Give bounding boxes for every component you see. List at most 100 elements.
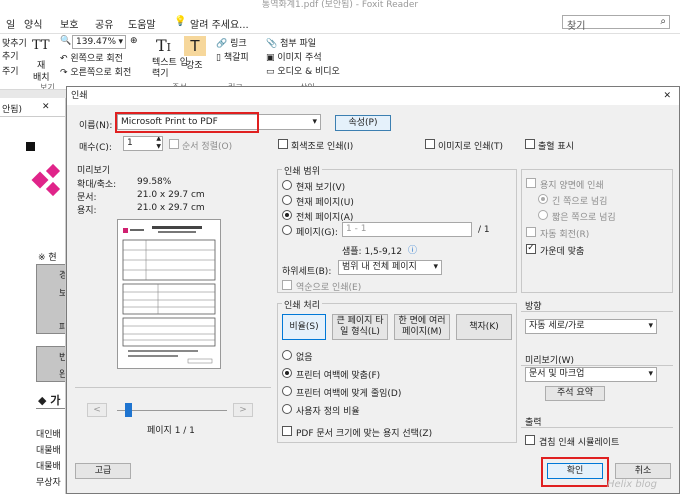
duplex-checkbox[interactable] <box>526 178 536 188</box>
reflow-icon[interactable]: TT <box>32 38 50 53</box>
shrink-radio[interactable] <box>282 386 292 396</box>
paper-size-value: 21.0 x 29.7 cm <box>137 203 205 213</box>
tab-strip <box>0 90 66 98</box>
auto-center-checkbox[interactable]: ✓ <box>526 244 536 254</box>
table-cell: 번 <box>59 350 65 363</box>
print-as-image-checkbox[interactable] <box>425 139 435 149</box>
table-heading: ※ 현 <box>38 253 57 263</box>
long-edge-radio[interactable] <box>538 194 548 204</box>
current-view-radio[interactable] <box>282 180 292 190</box>
rotate-left-button[interactable]: ↶ 왼쪽으로 회전 <box>60 51 123 64</box>
long-edge-label: 긴 쪽으로 넘김 <box>552 197 608 207</box>
spinner-icon[interactable]: ▲ ▼ <box>156 137 161 150</box>
grayscale-checkbox[interactable] <box>278 139 288 149</box>
reverse-checkbox[interactable] <box>282 280 292 290</box>
bookmark-button[interactable]: ▯ 책갈피 <box>216 50 249 63</box>
logo-diamond-small-2 <box>45 181 61 197</box>
document-view: 안됨) ✕ ※ 현 경 보 피 번 완 ◆ 가 대인배 대물배 대물배 무상자 <box>0 98 66 494</box>
overprint-label: 겹침 인쇄 시뮬레이트 <box>539 438 620 448</box>
table-cell: 보 <box>59 286 65 299</box>
zoom-value: 99.58% <box>137 177 172 187</box>
rotate-left-label: 왼쪽으로 회전 <box>70 54 123 64</box>
booklet-button[interactable]: 책자(K) <box>456 314 512 340</box>
next-page-button[interactable]: > <box>233 403 253 417</box>
menu-help[interactable]: 도움말 <box>128 16 156 31</box>
duplex-label: 용지 양면에 인쇄 <box>540 181 604 191</box>
search-input[interactable]: 찾기 ⌕ <box>562 15 670 32</box>
short-edge-label: 짧은 쪽으로 넘김 <box>552 213 616 223</box>
page-slider-thumb[interactable] <box>125 403 132 417</box>
zoom-select[interactable]: 139.47% ▾ <box>72 35 126 49</box>
audio-video-label: 오디오 & 비디오 <box>277 67 340 77</box>
print-handling-group: 인쇄 처리 비율(S) 큰 페이지 타일 형식(L) 한 면에 여러 페이지(M… <box>277 298 517 443</box>
tile-button[interactable]: 큰 페이지 타일 형식(L) <box>332 314 388 340</box>
doc-size-value: 21.0 x 29.7 cm <box>137 190 205 200</box>
orientation-select[interactable]: 자동 세로/가로 ▾ <box>525 319 657 334</box>
cancel-button[interactable]: 취소 <box>615 463 671 479</box>
menu-form[interactable]: 양식 <box>24 16 42 31</box>
subset-select[interactable]: 범위 내 전체 페이지 ▾ <box>338 260 442 275</box>
info-icon[interactable]: ⓘ <box>408 243 417 256</box>
menu-protect[interactable]: 보호 <box>60 16 78 31</box>
preview-mode-select[interactable]: 문서 및 마크업 ▾ <box>525 367 657 382</box>
attach-button[interactable]: 📎 첨부 파일 <box>266 36 316 49</box>
overprint-checkbox[interactable] <box>525 435 535 445</box>
table-block-2: 번 완 <box>36 346 65 382</box>
attach-label: 첨부 파일 <box>280 39 317 49</box>
section-bullet: ◆ 가 <box>38 394 61 407</box>
prev-page-button[interactable]: < <box>87 403 107 417</box>
pages-label: 페이지(G): <box>296 228 338 238</box>
copies-label: 매수(C): <box>79 143 112 153</box>
properties-button[interactable]: 속성(P) <box>335 115 391 131</box>
zoom-in-icon[interactable]: ⊕ <box>130 36 138 46</box>
bookmark-label: 책갈피 <box>223 53 249 63</box>
advanced-button[interactable]: 고급 <box>75 463 131 479</box>
bleed-marks-checkbox[interactable] <box>525 139 535 149</box>
ribbon-fit[interactable]: 맞추기 <box>2 36 27 49</box>
search-icon[interactable]: ⌕ <box>660 16 666 27</box>
tell-me-box[interactable]: 알려 주세요... <box>190 16 249 31</box>
custom-scale-radio[interactable] <box>282 404 292 414</box>
logo-diamond <box>31 171 49 189</box>
zoom-icon[interactable]: 🔍 <box>60 36 71 46</box>
image-comment-button[interactable]: ▣ 이미지 주석 <box>266 50 322 63</box>
pages-radio[interactable] <box>282 225 292 235</box>
text-tool-icon[interactable]: TI <box>156 36 171 55</box>
tab-divider <box>0 116 65 117</box>
auto-rotate-checkbox[interactable] <box>526 227 536 237</box>
link-button[interactable]: 🔗 링크 <box>216 36 247 49</box>
pdf-paper-checkbox[interactable] <box>282 426 292 436</box>
paper-size-label: 용지: <box>77 206 97 216</box>
scale-none-radio[interactable] <box>282 350 292 360</box>
multiple-pages-button[interactable]: 한 면에 여러 페이지(M) <box>394 314 450 340</box>
audio-video-button[interactable]: ▭ 오디오 & 비디오 <box>266 64 340 77</box>
printer-highlight <box>115 112 259 133</box>
comment-summary-button[interactable]: 주석 요약 <box>545 386 605 401</box>
menu-file[interactable]: 일 <box>6 16 15 31</box>
link-label: 링크 <box>230 39 247 49</box>
ribbon-add[interactable]: 추기 <box>2 49 19 62</box>
current-page-radio[interactable] <box>282 195 292 205</box>
ribbon-note[interactable]: 주기 <box>2 64 19 77</box>
search-placeholder: 찾기 <box>567 21 586 32</box>
subset-value: 범위 내 전체 페이지 <box>342 262 417 272</box>
copies-input[interactable]: 1 ▲ ▼ <box>123 136 163 151</box>
fit-margins-radio[interactable] <box>282 368 292 378</box>
table-row: 대물배 <box>36 462 61 472</box>
scale-button[interactable]: 비율(S) <box>282 314 326 340</box>
chevron-down-icon: ▾ <box>648 369 653 379</box>
collate-checkbox[interactable] <box>169 139 179 149</box>
close-icon[interactable]: ✕ <box>42 102 50 112</box>
copies-value: 1 <box>127 138 133 148</box>
highlight-icon[interactable]: T <box>184 36 206 56</box>
document-tab[interactable]: 안됨) <box>2 102 22 115</box>
close-icon[interactable]: ✕ <box>663 87 671 105</box>
rotate-right-label: 오른쪽으로 회전 <box>70 68 132 78</box>
all-pages-radio[interactable] <box>282 210 292 220</box>
pdf-paper-label: PDF 문서 크기에 맞는 용지 선택(Z) <box>296 429 433 439</box>
short-edge-radio[interactable] <box>538 210 548 220</box>
rotate-right-button[interactable]: ↷ 오른쪽으로 회전 <box>60 65 131 78</box>
preview-mode-divider <box>521 365 673 366</box>
pages-input[interactable]: 1 - 1 <box>342 222 472 237</box>
menu-share[interactable]: 공유 <box>95 16 113 31</box>
